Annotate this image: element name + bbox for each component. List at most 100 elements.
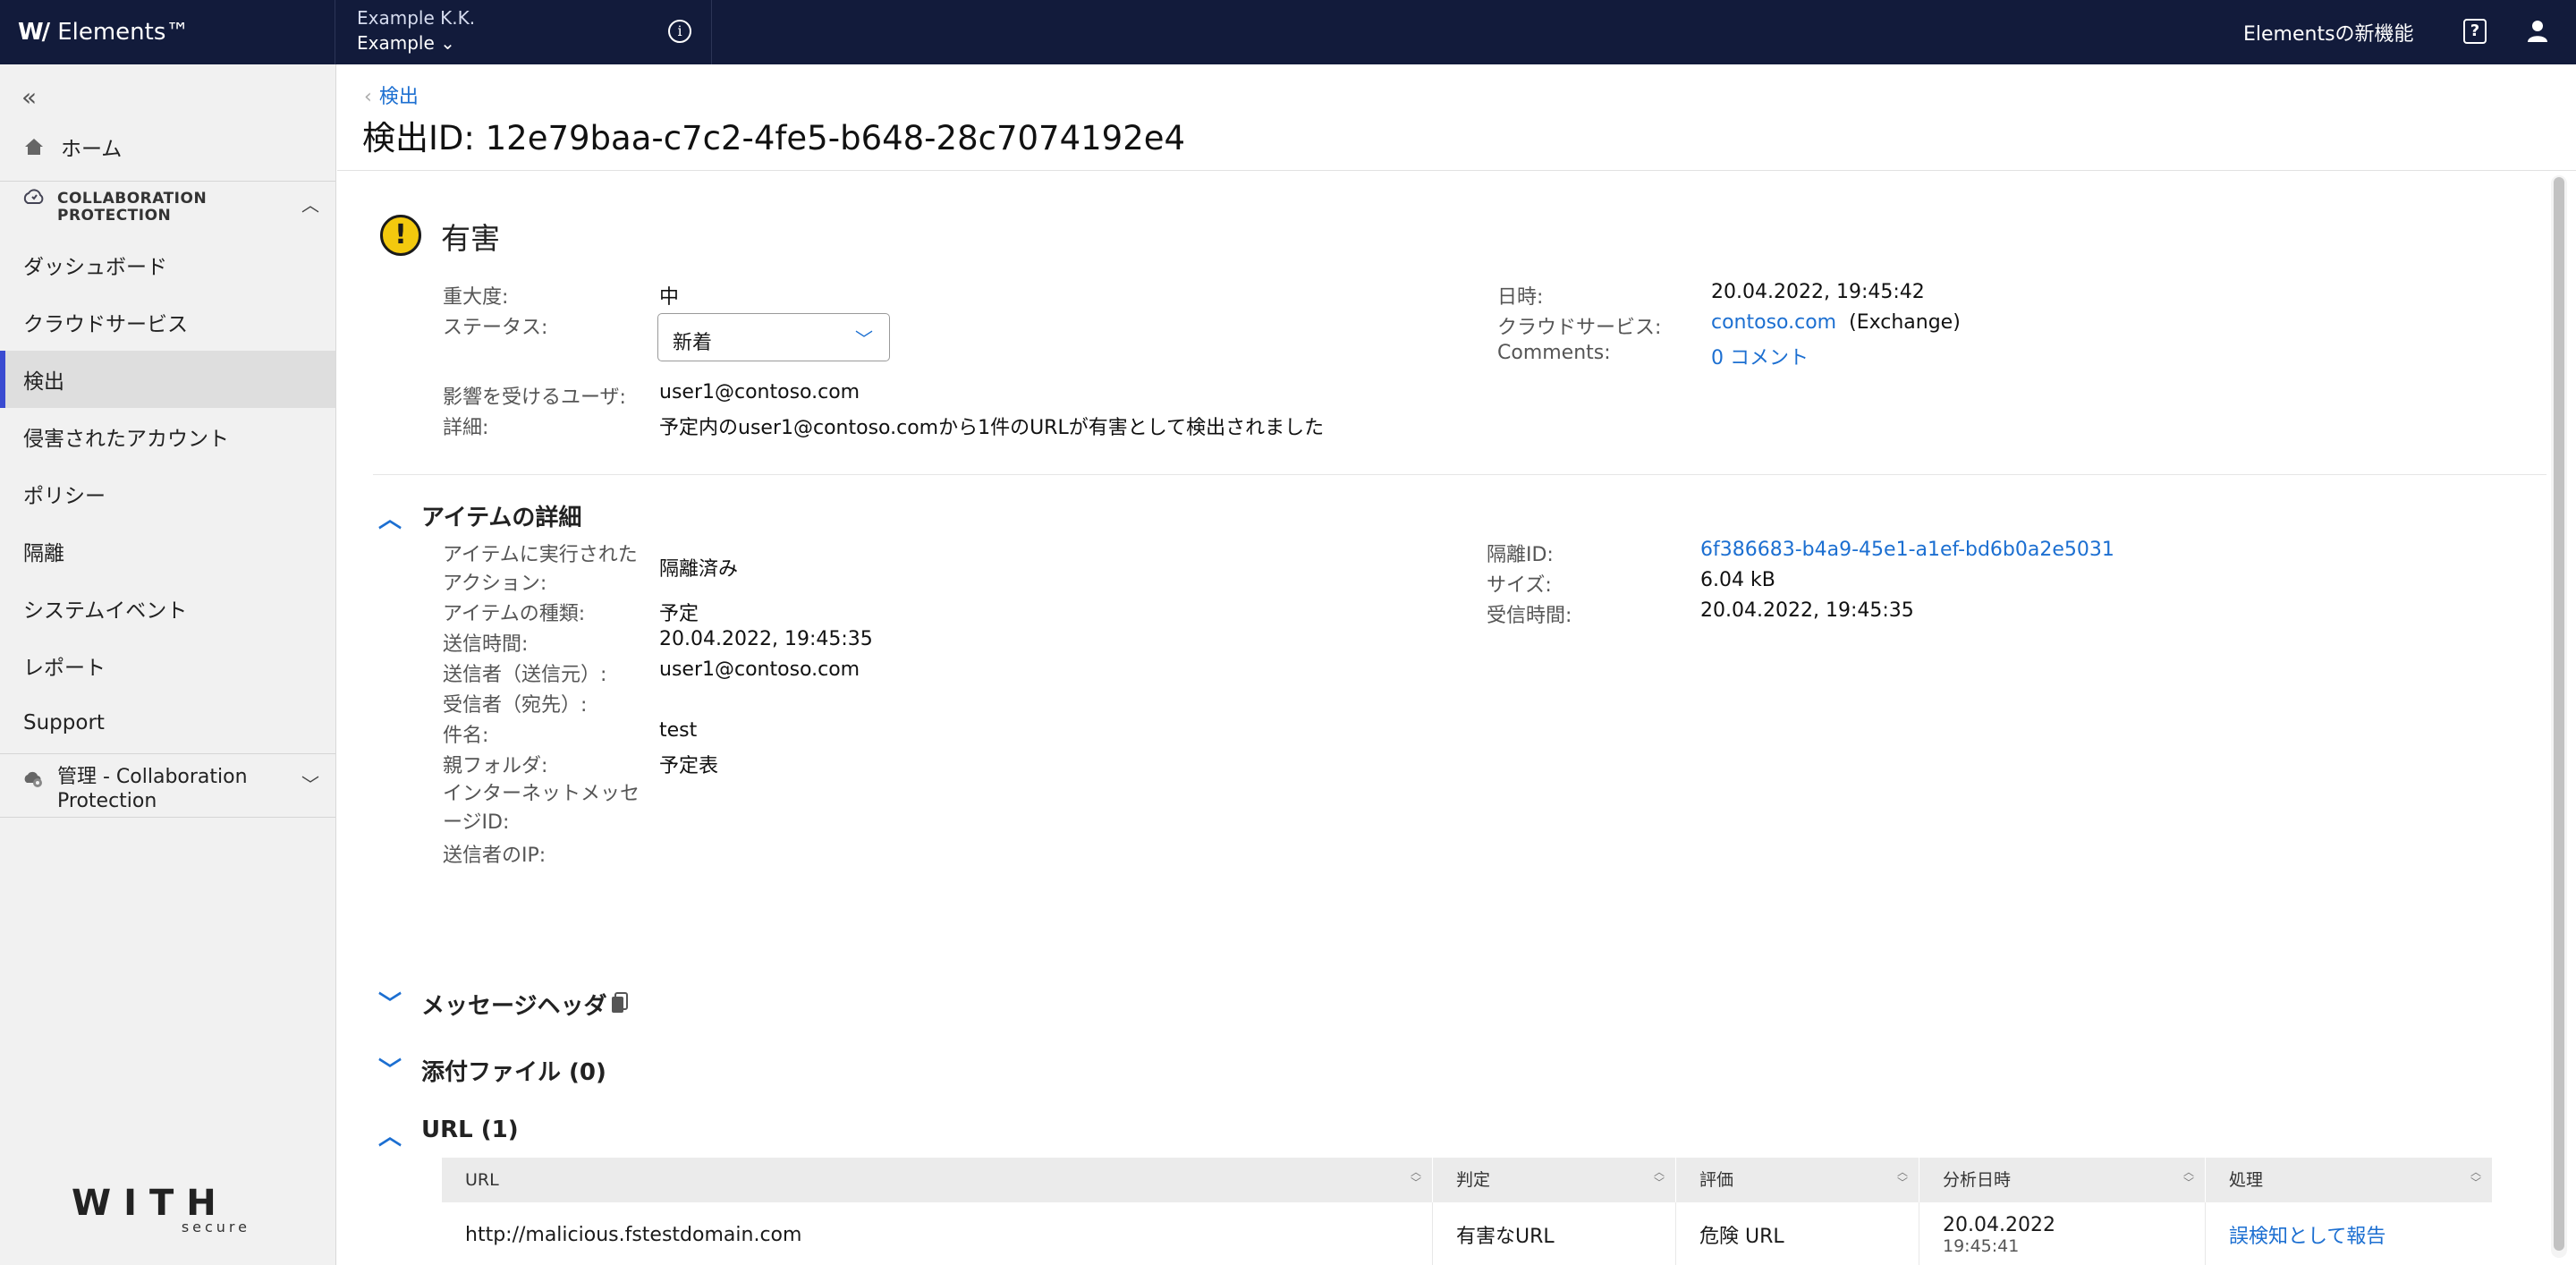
brand-name: Elements™: [57, 19, 190, 46]
section-title: COLLABORATION PROTECTION: [57, 190, 208, 225]
info-icon[interactable]: i: [668, 20, 691, 43]
sidebar-item-detections[interactable]: 検出: [0, 351, 335, 408]
chevron-down-icon: ⌄: [440, 32, 455, 54]
item-type-label: アイテムの種類:: [443, 603, 586, 625]
column-header-rating[interactable]: 評価 ︿ ﹀: [1676, 1158, 1919, 1202]
cloud-shield-icon: [23, 189, 44, 204]
chevron-up-icon[interactable]: ︿: [378, 1118, 402, 1151]
rating-cell: 危険 URL: [1676, 1202, 1919, 1265]
sort-icon: ︿ ﹀: [1896, 1166, 1908, 1189]
top-bar: W/ Elements™ Example K.K. Example ⌄ i El…: [0, 0, 2576, 64]
sidebar: « ホーム COLLABORATION PROTECTION ︿ ダッシュボード …: [0, 64, 336, 1265]
org-sub[interactable]: Example ⌄: [357, 32, 455, 54]
breadcrumb[interactable]: ‹ 検出: [364, 81, 419, 109]
verdict-cell: 有害なURL: [1433, 1202, 1676, 1265]
quarantine-id-label: 隔離ID:: [1487, 544, 1554, 566]
whats-new-link[interactable]: Elementsの新機能: [2243, 18, 2414, 47]
item-details-heading[interactable]: アイテムの詳細: [421, 499, 581, 532]
admin-label: 管理 - Collaboration Protection: [57, 766, 248, 812]
cloud-service-link[interactable]: contoso.com: [1711, 311, 1836, 334]
size-label: サイズ:: [1487, 574, 1552, 597]
affected-user-value: user1@contoso.com: [659, 381, 860, 403]
home-icon: [25, 139, 43, 155]
user-icon[interactable]: [2524, 18, 2551, 45]
cloud-service-value: contoso.com (Exchange): [1711, 311, 1961, 334]
quarantine-id-link[interactable]: 6f386683-b4a9-45e1-a1ef-bd6b0a2e5031: [1700, 539, 2114, 561]
sort-icon: ︿ ﹀: [1410, 1166, 1421, 1189]
status-select[interactable]: 新着 ﹀: [657, 313, 890, 361]
report-false-positive-link[interactable]: 誤検知として報告: [2206, 1202, 2493, 1265]
item-type-value: 予定: [659, 603, 699, 625]
datetime-value: 20.04.2022, 19:45:42: [1711, 281, 1925, 303]
datetime-label: 日時:: [1497, 286, 1544, 309]
collapse-sidebar-icon[interactable]: «: [21, 82, 37, 112]
chevron-down-icon: ﹀: [855, 328, 873, 350]
affected-user-label: 影響を受けるユーザ:: [443, 386, 626, 409]
subject-value: test: [659, 719, 698, 742]
sort-icon: ︿ ﹀: [2470, 1166, 2481, 1189]
received-time-label: 受信時間:: [1487, 605, 1572, 627]
org-name: Example K.K.: [357, 7, 476, 29]
chevron-up-icon[interactable]: ︿: [378, 501, 402, 534]
sidebar-item-dashboard[interactable]: ダッシュボード: [0, 236, 335, 293]
parent-folder-label: 親フォルダ:: [443, 755, 548, 777]
table-row: http://malicious.fstestdomain.com 有害なURL…: [442, 1202, 2493, 1265]
sidebar-item-quarantine[interactable]: 隔離: [0, 522, 335, 580]
sidebar-item-policies[interactable]: ポリシー: [0, 465, 335, 522]
sidebar-item-system-events[interactable]: システムイベント: [0, 580, 335, 637]
urls-heading[interactable]: URL (1): [421, 1116, 519, 1143]
sidebar-item-cloud-services[interactable]: クラウドサービス: [0, 293, 335, 351]
message-headers-heading[interactable]: メッセージヘッダ: [421, 988, 606, 1021]
section-divider: [373, 474, 2546, 475]
table-header: URL ︿ ﹀ 判定 ︿ ﹀ 評価 ︿ ﹀ 分析日時 ︿ ﹀ 処理 ︿ ﹀: [442, 1158, 2493, 1202]
column-header-url[interactable]: URL ︿ ﹀: [442, 1158, 1433, 1202]
collaboration-protection-section[interactable]: COLLABORATION PROTECTION ︿: [0, 181, 335, 233]
chevron-down-icon[interactable]: ﹀: [301, 770, 319, 796]
details-value: 予定内のuser1@contoso.comから1件のURLが有害として検出されま…: [659, 417, 1325, 439]
details-label: 詳細:: [443, 417, 489, 439]
parent-folder-value: 予定表: [659, 755, 719, 777]
sidebar-item-reports[interactable]: レポート: [0, 637, 335, 694]
header-divider: [337, 170, 2576, 171]
sent-time-value: 20.04.2022, 19:45:35: [659, 628, 873, 650]
chevron-down-icon[interactable]: ﹀: [378, 986, 402, 1019]
withsecure-logo-icon: W/: [18, 19, 50, 46]
action-value: 隔離済み: [659, 558, 739, 581]
column-header-verdict[interactable]: 判定 ︿ ﹀: [1433, 1158, 1676, 1202]
recipient-label: 受信者（宛先）:: [443, 694, 588, 717]
column-header-analyzed[interactable]: 分析日時 ︿ ﹀: [1919, 1158, 2206, 1202]
verdict-title: 有害: [441, 221, 500, 256]
url-cell: http://malicious.fstestdomain.com: [442, 1202, 1433, 1265]
message-id-label: インターネットメッセ ージID:: [443, 783, 640, 834]
severity-value: 中: [659, 286, 680, 309]
sidebar-item-home[interactable]: ホーム: [0, 118, 335, 175]
copy-icon[interactable]: [611, 991, 629, 1015]
chevron-up-icon[interactable]: ︿: [301, 191, 319, 216]
subject-label: 件名:: [443, 725, 489, 747]
attachments-heading[interactable]: 添付ファイル (0): [421, 1054, 606, 1087]
severity-label: 重大度:: [443, 286, 509, 309]
sort-icon: ︿ ﹀: [1653, 1166, 1665, 1189]
page-title: 検出ID: 12e79baa-c7c2-4fe5-b648-28c7074192…: [362, 119, 1186, 157]
help-icon[interactable]: ?: [2463, 19, 2487, 44]
scrollbar[interactable]: [2551, 175, 2567, 1258]
column-header-action[interactable]: 処理 ︿ ﹀: [2206, 1158, 2493, 1202]
warning-icon: !: [380, 215, 421, 256]
main-content: ‹ 検出 検出ID: 12e79baa-c7c2-4fe5-b648-28c707…: [337, 64, 2576, 1265]
sidebar-item-support[interactable]: Support: [0, 694, 335, 751]
organization-selector[interactable]: Example K.K. Example ⌄ i: [335, 0, 712, 64]
sidebar-item-label: ホーム: [61, 138, 123, 161]
comments-label: Comments:: [1497, 342, 1611, 364]
analyzed-cell: 20.04.2022 19:45:41: [1919, 1202, 2206, 1265]
withsecure-logo: WITH secure: [72, 1183, 250, 1235]
chevron-down-icon[interactable]: ﹀: [378, 1052, 402, 1085]
sidebar-item-admin[interactable]: 管理 - Collaboration Protection ﹀: [0, 753, 335, 818]
sort-icon: ︿ ﹀: [2182, 1166, 2194, 1189]
app-logo[interactable]: W/ Elements™: [18, 18, 189, 47]
status-value: 新着: [673, 332, 713, 354]
chevron-left-icon: ‹: [364, 86, 372, 108]
sidebar-item-compromised-accounts[interactable]: 侵害されたアカウント: [0, 408, 335, 465]
scrollbar-thumb[interactable]: [2554, 177, 2564, 1251]
cloud-service-label: クラウドサービス:: [1497, 317, 1662, 339]
comments-link[interactable]: 0 コメント: [1711, 342, 1809, 370]
